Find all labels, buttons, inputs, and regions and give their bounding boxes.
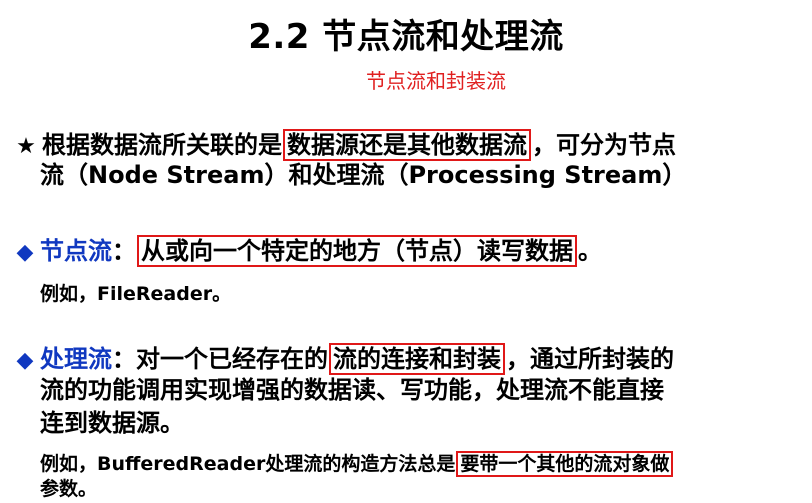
- processing-text-after: ，通过所封装的: [506, 345, 674, 373]
- processing-stream-line-3: 连到数据源。: [40, 409, 184, 437]
- node-stream-line: ◆ 节点流： 从或向一个特定的地方（节点）读写数据。: [10, 234, 602, 268]
- page-title: 2.2 节点流和处理流: [248, 17, 564, 57]
- page-subtitle: 节点流和封装流: [366, 69, 506, 93]
- processing-stream-line-1: ◆ 处理流：对一个已经存在的 流的连接和封装 ，通过所封装的: [10, 342, 674, 376]
- node-stream-term: 节点流: [40, 237, 112, 265]
- intro-line-2: 流（Node Stream）和处理流（Processing Stream）: [40, 161, 687, 189]
- processing-example-before: 例如，BufferedReader处理流的构造方法总是: [40, 453, 456, 475]
- star-icon: ★: [16, 134, 36, 159]
- processing-text-before: 对一个已经存在的: [136, 345, 328, 373]
- processing-stream-colon: ：: [112, 345, 136, 373]
- node-stream-end: 。: [578, 237, 602, 265]
- processing-stream-example-line-2: 参数。: [40, 478, 98, 500]
- highlight-box-data-source: 数据源还是其他数据流: [283, 129, 531, 161]
- intro-text-after: ，可分为节点: [532, 131, 676, 159]
- diamond-bullet-icon: ◆: [16, 240, 34, 265]
- processing-stream-term: 处理流: [40, 345, 112, 373]
- highlight-box-processing-stream: 流的连接和封装: [329, 343, 505, 375]
- slide: 2.2 节点流和处理流 节点流和封装流 ★ 根据数据流所关联的是 数据源还是其他数据…: [0, 0, 812, 503]
- highlight-box-processing-example: 要带一个其他的流对象做: [456, 451, 674, 477]
- processing-stream-example-line-1: 例如，BufferedReader处理流的构造方法总是 要带一个其他的流对象做: [40, 451, 674, 477]
- node-stream-colon: ：: [112, 237, 136, 265]
- processing-stream-line-2: 流的功能调用实现增强的数据读、写功能，处理流不能直接: [40, 376, 664, 404]
- intro-line-1: ★ 根据数据流所关联的是 数据源还是其他数据流 ，可分为节点: [10, 128, 676, 162]
- diamond-bullet-icon: ◆: [16, 348, 34, 373]
- node-stream-example: 例如，FileReader。: [40, 283, 232, 305]
- highlight-box-node-stream: 从或向一个特定的地方（节点）读写数据: [137, 235, 577, 267]
- intro-text-before: 根据数据流所关联的是: [42, 131, 282, 159]
